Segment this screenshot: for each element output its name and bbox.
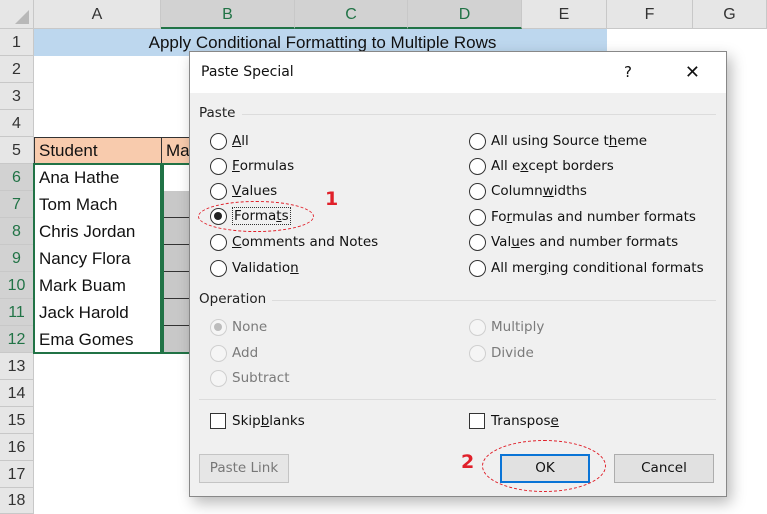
column-header-a[interactable]: A	[34, 0, 161, 29]
column-header-b[interactable]: B	[161, 0, 295, 29]
radio-all-except-borders[interactable]: All e x cept borders	[469, 155, 614, 177]
row-header-10[interactable]: 10	[0, 272, 34, 299]
paste-special-dialog: Paste Special ? ✕ Paste All Formulas Val…	[189, 51, 727, 497]
column-header-c[interactable]: C	[295, 0, 408, 29]
radio-operation-add[interactable]: Add	[210, 342, 258, 364]
select-all-corner[interactable]	[0, 0, 34, 29]
close-icon[interactable]: ✕	[685, 52, 700, 93]
radio-values[interactable]: Values	[210, 180, 277, 202]
radio-circle-icon	[469, 259, 486, 277]
row-header-9[interactable]: 9	[0, 245, 34, 272]
row-header-4[interactable]: 4	[0, 110, 34, 137]
row-header-2[interactable]: 2	[0, 56, 34, 83]
row-header-13[interactable]: 13	[0, 353, 34, 380]
radio-operation-subtract[interactable]: Subtract	[210, 367, 290, 389]
radio-circle-icon	[210, 157, 227, 175]
checkbox-icon	[469, 413, 485, 429]
row-header-8[interactable]: 8	[0, 218, 34, 245]
radio-circle-icon	[469, 182, 486, 200]
column-header-g[interactable]: G	[693, 0, 767, 29]
column-header-d[interactable]: D	[408, 0, 522, 29]
row-header-5[interactable]: 5	[0, 137, 34, 164]
annotation-step-1: 1	[325, 188, 339, 210]
divider	[199, 399, 716, 400]
radio-circle-icon	[210, 233, 227, 251]
annotation-ellipse-formats	[198, 201, 314, 232]
row-header-16[interactable]: 16	[0, 434, 34, 461]
radio-all[interactable]: All	[210, 130, 249, 152]
radio-circle-icon	[210, 132, 227, 150]
row-header-17[interactable]: 17	[0, 461, 34, 488]
dialog-titlebar[interactable]: Paste Special ? ✕	[190, 52, 726, 93]
radio-circle-icon	[210, 369, 227, 387]
checkbox-transpose[interactable]: Transpos e	[469, 413, 559, 429]
radio-circle-icon	[469, 157, 486, 175]
radio-formulas-and-number-formats[interactable]: Fo r mulas and number formats	[469, 206, 696, 228]
radio-circle-icon	[469, 132, 486, 150]
divider	[272, 300, 716, 301]
row-header-14[interactable]: 14	[0, 380, 34, 407]
radio-operation-none[interactable]: None	[210, 316, 267, 338]
row-header-3[interactable]: 3	[0, 83, 34, 110]
radio-all-merging-conditional-formats[interactable]: All mer g ing conditional formats	[469, 257, 704, 279]
radio-circle-icon	[210, 344, 227, 362]
paste-group-label: Paste	[199, 105, 236, 121]
radio-circle-icon	[469, 233, 486, 251]
row-header-15[interactable]: 15	[0, 407, 34, 434]
cancel-button[interactable]: Cancel	[614, 454, 714, 483]
checkbox-skip-blanks[interactable]: Skip b lanks	[210, 413, 305, 429]
header-cell-student[interactable]: Student	[34, 137, 162, 165]
radio-circle-icon	[210, 259, 227, 277]
radio-validation[interactable]: Validatio n	[210, 257, 299, 279]
radio-column-widths[interactable]: Column w idths	[469, 180, 587, 202]
divider	[242, 114, 716, 115]
column-header-f[interactable]: F	[607, 0, 693, 29]
row-header-11[interactable]: 11	[0, 299, 34, 326]
annotation-ellipse-ok	[482, 440, 606, 492]
copy-range-border	[33, 163, 164, 354]
radio-circle-icon	[469, 344, 486, 362]
row-header-18[interactable]: 18	[0, 488, 34, 514]
row-header-7[interactable]: 7	[0, 191, 34, 218]
radio-comments-and-notes[interactable]: Comments and Notes	[210, 231, 378, 253]
checkbox-icon	[210, 413, 226, 429]
radio-circle-icon	[469, 208, 486, 226]
radio-formulas[interactable]: Formulas	[210, 155, 294, 177]
row-header-1[interactable]: 1	[0, 29, 34, 56]
dialog-title: Paste Special	[201, 64, 294, 80]
row-header-12[interactable]: 12	[0, 326, 34, 353]
row-header-6[interactable]: 6	[0, 164, 34, 191]
radio-operation-multiply[interactable]: Multiply	[469, 316, 544, 338]
operation-group-label: Operation	[199, 291, 267, 307]
radio-all-using-source-theme[interactable]: All using Source t h eme	[469, 130, 647, 152]
column-header-e[interactable]: E	[522, 0, 607, 29]
radio-values-and-number-formats[interactable]: Val u es and number formats	[469, 231, 678, 253]
annotation-step-2: 2	[461, 451, 475, 473]
radio-operation-divide[interactable]: Divide	[469, 342, 534, 364]
paste-link-button[interactable]: Paste Link	[199, 454, 289, 483]
radio-selected-icon	[210, 318, 227, 336]
radio-circle-icon	[469, 318, 486, 336]
help-icon[interactable]: ?	[624, 52, 632, 93]
radio-circle-icon	[210, 182, 227, 200]
